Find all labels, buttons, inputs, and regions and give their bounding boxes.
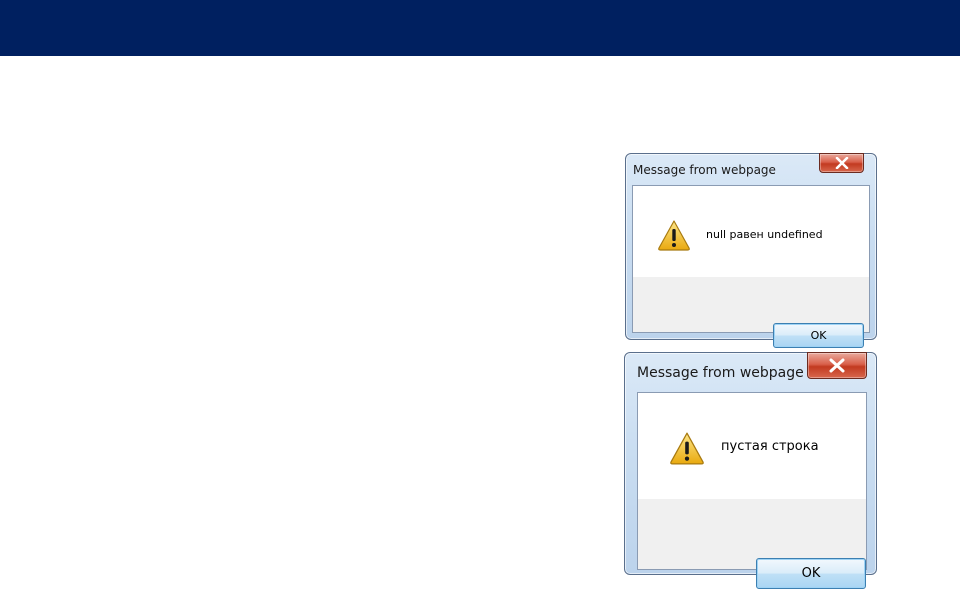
close-button[interactable] (807, 352, 867, 379)
dialog-body: null равен undefined OK (632, 185, 870, 348)
alert-dialog-1: Message from webpage null равен undefine… (625, 153, 877, 348)
ok-button[interactable]: OK (756, 558, 866, 589)
dialog-title: Message from webpage (637, 365, 804, 381)
dialog-message: пустая строка (721, 439, 819, 454)
warning-icon (658, 220, 690, 251)
dialog-body: пустая строка OK (637, 392, 867, 589)
warning-icon (670, 432, 704, 465)
close-button[interactable] (819, 153, 864, 173)
ok-button[interactable]: OK (773, 323, 864, 348)
alert-dialog-2: Message from webpage пустая строка OK (624, 352, 877, 589)
close-icon (835, 157, 848, 169)
close-icon (829, 358, 845, 373)
ok-button-label: OK (810, 329, 827, 342)
dialog-title: Message from webpage (633, 163, 776, 177)
ok-button-label: OK (801, 566, 821, 581)
dialog-message: null равен undefined (706, 228, 823, 241)
top-banner (0, 0, 960, 56)
